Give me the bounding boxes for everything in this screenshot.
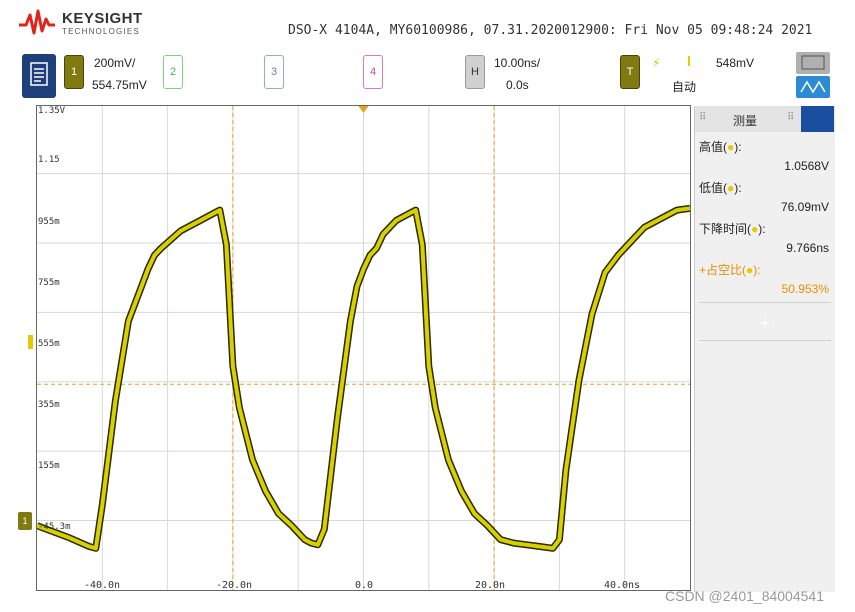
measurement-value: 9.766ns xyxy=(786,241,829,255)
y-tick-label: 1.15 xyxy=(38,155,60,165)
measurement-label-close: ) xyxy=(734,140,739,154)
measurement-item[interactable]: 下降时间(●): 9.766ns xyxy=(699,220,831,255)
channel-bar: 1 200mV/ 554.75mV 2 3 4 H 10.00ns/ 0.0s … xyxy=(0,50,855,104)
watermark: CSDN @2401_84004541 xyxy=(665,588,824,604)
x-tick-label: -40.0n xyxy=(83,580,121,591)
horizontal-delay: 0.0s xyxy=(506,78,529,92)
drag-grip-icon[interactable]: ⠿ xyxy=(787,112,794,123)
trigger-position-marker xyxy=(358,106,369,113)
y-tick-label: 1.35V xyxy=(38,106,66,116)
keysight-logo: KEYSIGHT TECHNOLOGIES xyxy=(18,9,143,37)
measurement-label-close: ) xyxy=(734,181,739,195)
trigger-mode: 自动 xyxy=(672,80,697,94)
divider xyxy=(699,340,831,341)
horizontal-button[interactable]: H xyxy=(465,55,485,89)
measurement-label-close: ) xyxy=(758,222,763,236)
title-bar: KEYSIGHT TECHNOLOGIES DSO-X 4104A, MY601… xyxy=(0,0,855,50)
waveform-view-icon[interactable] xyxy=(796,76,830,98)
measurement-value: 1.0568V xyxy=(784,159,829,173)
trigger-edge-icon: ⚡ xyxy=(652,56,661,70)
channel-4-button[interactable]: 4 xyxy=(363,55,383,89)
measurement-label-close: ) xyxy=(753,263,758,277)
waveform-display[interactable] xyxy=(36,105,691,591)
ch1-offset: 554.75mV xyxy=(92,78,147,92)
y-tick-label: 755m xyxy=(38,278,60,288)
brand-sub: TECHNOLOGIES xyxy=(62,26,140,36)
brand-name: KEYSIGHT xyxy=(62,9,143,27)
y-tick-label: 155m xyxy=(38,461,60,471)
drag-grip-icon[interactable]: ⠿ xyxy=(699,112,706,123)
measurement-value: 76.09mV xyxy=(780,200,829,214)
panel-tab[interactable] xyxy=(801,106,834,132)
measurement-label: 低值( xyxy=(699,181,727,195)
trigger-level: 548mV xyxy=(716,56,755,70)
trigger-button[interactable]: T xyxy=(620,55,640,89)
measurement-label: 下降时间( xyxy=(699,222,751,236)
measurement-list: 高值(●): 1.0568V 低值(●): 76.09mV 下降时间(●): 9… xyxy=(695,138,835,341)
x-tick-label: -20.0n xyxy=(215,580,253,591)
channel-1-button[interactable]: 1 xyxy=(64,55,84,89)
measurement-label: 高值( xyxy=(699,140,727,154)
keysight-wave-icon xyxy=(19,9,55,35)
divider xyxy=(699,302,831,303)
display-toggle-group xyxy=(796,52,830,100)
y-tick-label: 555m xyxy=(38,339,60,349)
measurement-panel: ⠿ 测量 ⠿ 高值(●): 1.0568V 低值(●): 76.09mV 下降时… xyxy=(694,106,835,592)
channel-3-button[interactable]: 3 xyxy=(264,55,284,89)
instrument-info: DSO-X 4104A, MY60100986, 07.31.202001290… xyxy=(288,23,813,38)
measurement-item[interactable]: +占空比(●): 50.953% xyxy=(699,261,831,296)
x-tick-label: 40.0ns xyxy=(603,580,641,591)
channel-2-button[interactable]: 2 xyxy=(163,55,183,89)
measurement-panel-header: ⠿ 测量 ⠿ xyxy=(695,106,835,132)
measurement-item[interactable]: 低值(●): 76.09mV xyxy=(699,179,831,214)
measurement-label: +占空比( xyxy=(699,263,747,277)
y-tick-label: 355m xyxy=(38,400,60,410)
x-tick-label: 0.0 xyxy=(354,580,374,591)
grid-view-icon[interactable] xyxy=(796,52,830,74)
measurement-item[interactable]: 高值(●): 1.0568V xyxy=(699,138,831,173)
add-measurement-button[interactable]: + xyxy=(699,313,831,334)
document-menu-icon xyxy=(30,62,48,86)
waveform-plot xyxy=(37,106,690,590)
ch1-ground-marker[interactable]: 1 xyxy=(18,512,32,530)
measurement-value: 50.953% xyxy=(781,282,829,296)
trigger-level-icon xyxy=(688,56,690,66)
x-tick-label: 20.0n xyxy=(474,580,506,591)
menu-button[interactable] xyxy=(22,54,56,98)
measurement-panel-title: 测量 xyxy=(733,114,758,128)
y-tick-label: -45.3m xyxy=(38,522,71,532)
y-tick-label: 955m xyxy=(38,217,60,227)
horizontal-scale: 10.00ns/ xyxy=(494,56,541,70)
trigger-level-marker[interactable] xyxy=(28,335,33,349)
ch1-scale: 200mV/ xyxy=(94,56,136,70)
